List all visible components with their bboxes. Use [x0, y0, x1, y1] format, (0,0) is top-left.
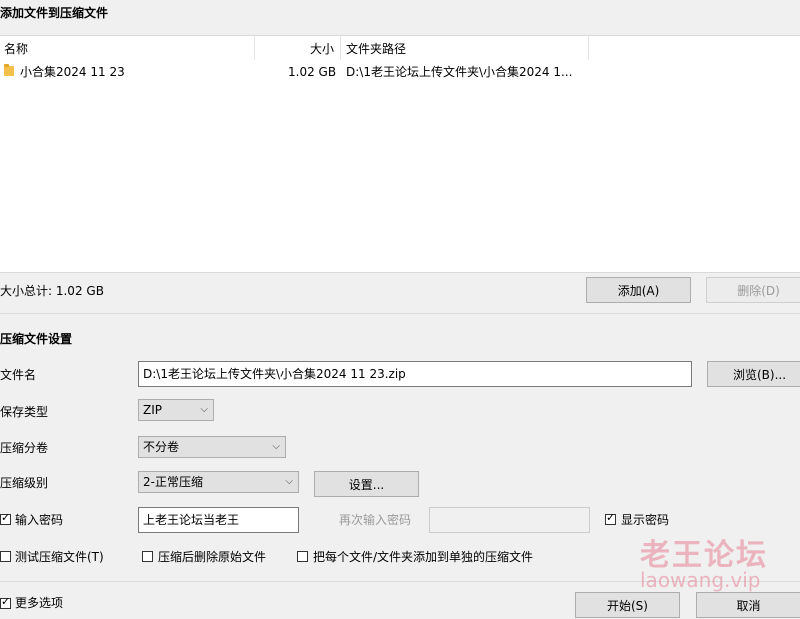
filename-label: 文件名: [0, 368, 37, 382]
total-size-label: 大小总计: 1.02 GB: [0, 284, 104, 298]
split-select[interactable]: 不分卷 ⌵: [138, 436, 286, 458]
chevron-down-icon: ⌵: [200, 404, 208, 415]
remove-button[interactable]: 删除(D): [706, 277, 800, 303]
column-header-size[interactable]: 大小: [310, 40, 334, 58]
start-button[interactable]: 开始(S): [575, 592, 680, 618]
column-separator[interactable]: [588, 36, 589, 60]
split-label: 压缩分卷: [0, 441, 49, 455]
folder-icon: [4, 64, 14, 76]
separate-archives-checkbox[interactable]: [297, 551, 308, 562]
split-value: 不分卷: [143, 440, 180, 454]
cancel-button[interactable]: 取消: [696, 592, 800, 618]
add-button[interactable]: 添加(A): [586, 277, 691, 303]
file-path: D:\1老王论坛上传文件夹\小合集2024 1...: [346, 65, 573, 79]
test-archive-label: 测试压缩文件(T): [15, 550, 104, 564]
repeat-password-input[interactable]: [429, 507, 590, 533]
level-value: 2-正常压缩: [143, 475, 203, 489]
browse-button[interactable]: 浏览(B)...: [707, 361, 800, 387]
column-separator[interactable]: [340, 36, 341, 60]
file-name: 小合集2024 11 23: [20, 65, 125, 79]
level-select[interactable]: 2-正常压缩 ⌵: [138, 471, 299, 493]
file-size: 1.02 GB: [288, 65, 337, 79]
show-password-label: 显示密码: [621, 513, 670, 527]
password-input[interactable]: 上老王论坛当老王: [138, 507, 299, 533]
save-type-value: ZIP: [143, 403, 162, 417]
chevron-down-icon: ⌵: [272, 441, 280, 452]
more-options-checkbox[interactable]: [0, 595, 11, 609]
delete-after-checkbox[interactable]: [142, 551, 153, 562]
file-list[interactable]: 名称 大小 文件夹路径 小合集2024 11 23 1.02 GB D:\1老王…: [0, 35, 800, 273]
save-type-select[interactable]: ZIP ⌵: [138, 399, 214, 421]
column-header-path[interactable]: 文件夹路径: [346, 40, 406, 58]
column-header-name[interactable]: 名称: [4, 40, 28, 58]
separate-archives-label: 把每个文件/文件夹添加到单独的压缩文件: [313, 550, 534, 564]
watermark-url: laowang.vip: [640, 568, 761, 592]
settings-title: 压缩文件设置: [0, 332, 73, 346]
dialog-title: 添加文件到压缩文件: [0, 6, 109, 20]
test-archive-checkbox[interactable]: [0, 551, 11, 562]
chevron-down-icon: ⌵: [285, 476, 293, 487]
repeat-password-label: 再次输入密码: [339, 513, 412, 527]
show-password-checkbox[interactable]: [605, 511, 616, 525]
settings-button[interactable]: 设置...: [314, 471, 419, 497]
divider: [0, 313, 800, 314]
save-type-label: 保存类型: [0, 405, 49, 419]
password-label: 输入密码: [15, 513, 64, 527]
column-separator[interactable]: [254, 36, 255, 60]
delete-after-label: 压缩后删除原始文件: [158, 550, 267, 564]
filename-input[interactable]: D:\1老王论坛上传文件夹\小合集2024 11 23.zip: [138, 361, 692, 387]
password-checkbox[interactable]: [0, 511, 11, 525]
more-options-label: 更多选项: [15, 596, 64, 610]
level-label: 压缩级别: [0, 476, 49, 490]
